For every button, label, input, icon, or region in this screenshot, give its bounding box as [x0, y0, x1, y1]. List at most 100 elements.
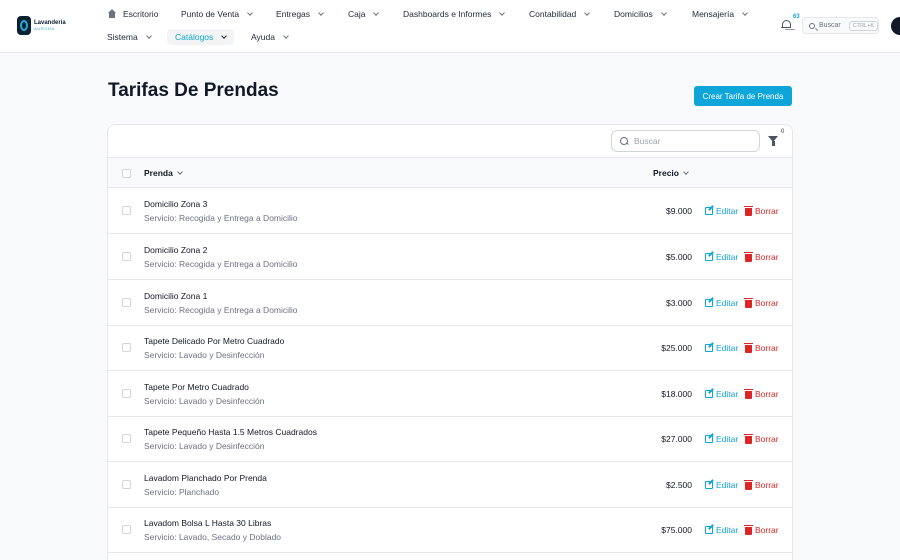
chevron-down-icon: [373, 10, 380, 16]
rate-price: $3.000: [666, 298, 692, 308]
nav-label: Domicilios: [614, 9, 653, 19]
row-checkbox[interactable]: [122, 206, 131, 215]
delete-button[interactable]: Borrar: [744, 433, 779, 444]
home-icon: [107, 9, 117, 19]
table-row: Domicilio Zona 3 Servicio: Recogida y En…: [108, 188, 792, 234]
trash-icon: [744, 524, 753, 535]
rate-name: Domicilio Zona 1: [144, 291, 208, 301]
nav-label: Entregas: [276, 9, 311, 19]
table-row: Tapete Por Metro Cuadrado Servicio: Lava…: [108, 371, 792, 417]
edit-icon: [705, 481, 713, 489]
rate-name: Domicilio Zona 3: [144, 199, 208, 209]
trash-icon: [744, 297, 753, 308]
nav-label: Mensajería: [692, 9, 735, 19]
edit-button[interactable]: Editar: [705, 252, 738, 262]
rate-name: Domicilio Zona 2: [144, 245, 208, 255]
delete-button[interactable]: Borrar: [744, 479, 779, 490]
nav-escritorio[interactable]: Escritorio: [107, 6, 158, 22]
row-checkbox[interactable]: [122, 343, 131, 352]
delete-button[interactable]: Borrar: [744, 524, 779, 535]
row-checkbox[interactable]: [122, 252, 131, 261]
nav-contabilidad[interactable]: Contabilidad: [529, 6, 591, 22]
table-search[interactable]: [611, 130, 760, 152]
table-header: Prenda Precio: [108, 158, 792, 188]
column-header-prenda[interactable]: Prenda: [144, 168, 183, 178]
nav-label: Ayuda: [251, 32, 275, 42]
nav-dashboards[interactable]: Dashboards e Informes: [403, 6, 506, 22]
edit-icon: [705, 435, 713, 443]
rate-service: Servicio: Lavado y Desinfección: [144, 441, 265, 451]
chevron-down-icon: [499, 10, 506, 16]
edit-button[interactable]: Editar: [705, 525, 738, 535]
column-header-precio[interactable]: Precio: [653, 168, 689, 178]
filter-count-badge: 0: [781, 129, 785, 135]
table-row: Lavadom Bolsa L Hasta 30 Libras Servicio…: [108, 507, 792, 553]
row-checkbox[interactable]: [122, 480, 131, 489]
edit-button[interactable]: Editar: [705, 206, 738, 216]
row-checkbox[interactable]: [122, 298, 131, 307]
rate-name: Tapete Pequeño Hasta 1.5 Metros Cuadrado…: [144, 427, 317, 437]
chevron-down-icon: [584, 10, 591, 16]
edit-button[interactable]: Editar: [705, 389, 738, 399]
nav-sistema[interactable]: Sistema: [107, 29, 152, 45]
rate-service: Servicio: Lavado, Secado y Doblado: [144, 532, 282, 542]
edit-button[interactable]: Editar: [705, 434, 738, 444]
select-all-checkbox[interactable]: [122, 169, 131, 178]
chevron-down-icon: [660, 10, 667, 16]
table-row: Tapete Delicado Por Metro Cuadrado Servi…: [108, 325, 792, 371]
nav-punto-de-venta[interactable]: Punto de Venta: [181, 6, 253, 22]
nav-mensajeria[interactable]: Mensajería: [692, 6, 748, 22]
table-search-input[interactable]: [634, 136, 744, 146]
nav-label: Caja: [348, 9, 366, 19]
top-navigation-bar: Lavandería AURORA Escritorio Punto de Ve…: [0, 0, 900, 53]
chevron-down-icon: [247, 10, 253, 16]
global-search-label: Buscar: [818, 22, 841, 29]
rate-price: $5.000: [666, 252, 692, 262]
row-checkbox[interactable]: [122, 434, 131, 443]
delete-button[interactable]: Borrar: [744, 388, 779, 399]
delete-button[interactable]: Borrar: [744, 251, 779, 262]
edit-icon: [705, 253, 713, 261]
bell-icon[interactable]: [781, 19, 792, 31]
global-search-button[interactable]: Buscar CTRL+K: [802, 17, 879, 34]
user-avatar[interactable]: [891, 17, 900, 35]
nav-entregas[interactable]: Entregas: [276, 6, 324, 22]
rate-name: Lavadom Bolsa L Hasta 30 Libras: [144, 518, 272, 528]
nav-domicilios[interactable]: Domicilios: [614, 6, 667, 22]
edit-button[interactable]: Editar: [705, 343, 738, 353]
rate-price: $2.500: [666, 480, 692, 490]
edit-button[interactable]: Editar: [705, 480, 738, 490]
edit-icon: [705, 526, 713, 534]
rate-name: Tapete Delicado Por Metro Cuadrado: [144, 336, 285, 346]
nav-catalogos[interactable]: Catálogos: [167, 29, 235, 45]
filter-icon[interactable]: [768, 136, 778, 146]
table-row: Lavadom Planchado Por Prenda Servicio: P…: [108, 462, 792, 508]
chevron-down-icon: [145, 33, 152, 39]
chevron-down-icon: [176, 169, 183, 175]
page-title: Tarifas De Prendas: [108, 80, 279, 101]
notification-count: 63: [793, 14, 800, 20]
brand-logo[interactable]: Lavandería AURORA: [17, 16, 66, 35]
search-shortcut: CTRL+K: [848, 20, 878, 31]
delete-button[interactable]: Borrar: [744, 205, 779, 216]
delete-button[interactable]: Borrar: [744, 297, 779, 308]
edit-icon: [705, 207, 713, 215]
delete-button[interactable]: Borrar: [744, 342, 779, 353]
row-checkbox[interactable]: [122, 389, 131, 398]
chevron-down-icon: [318, 10, 324, 16]
trash-icon: [744, 433, 753, 444]
nav-ayuda[interactable]: Ayuda: [251, 29, 289, 45]
edit-icon: [705, 390, 713, 398]
nav-caja[interactable]: Caja: [348, 6, 380, 22]
trash-icon: [744, 479, 753, 490]
row-checkbox[interactable]: [122, 525, 131, 534]
nav-label: Contabilidad: [529, 9, 577, 19]
rate-price: $27.000: [661, 434, 692, 444]
rate-name: Tapete Por Metro Cuadrado: [144, 382, 249, 392]
trash-icon: [744, 205, 753, 216]
trash-icon: [744, 342, 753, 353]
create-rate-button[interactable]: Crear Tarifa de Prenda: [694, 86, 792, 106]
edit-button[interactable]: Editar: [705, 298, 738, 308]
edit-icon: [705, 344, 713, 352]
brand-subname: AURORA: [34, 26, 55, 31]
